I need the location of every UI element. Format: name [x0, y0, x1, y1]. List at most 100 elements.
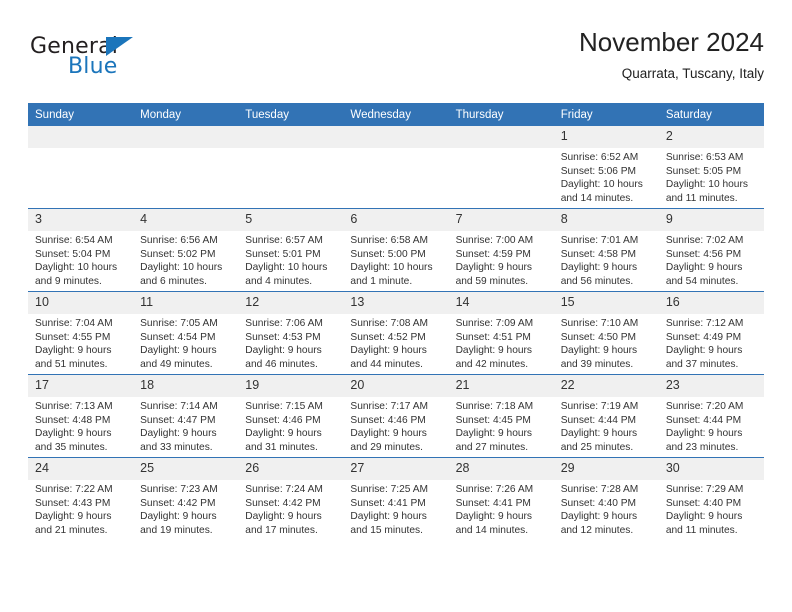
day-cell[interactable]: 4 Sunrise: 6:56 AM Sunset: 5:02 PM Daylight… [133, 208, 239, 292]
day-cell[interactable]: 6 Sunrise: 6:58 AM Sunset: 5:00 PM Daylight… [343, 208, 449, 292]
day-cell[interactable]: 21 Sunrise: 7:18 AM Sunset: 4:45 PM Dayligh… [448, 374, 554, 458]
daylight-duration-line2: and 29 minutes. [350, 441, 423, 453]
daylight-duration-line1: Daylight: 10 hours [35, 262, 118, 274]
day-cell[interactable]: 23 Sunrise: 7:20 AM Sunset: 4:44 PM Dayligh… [658, 374, 764, 458]
sunrise-time: Sunrise: 7:13 AM [35, 401, 113, 412]
day-sun-info: Sunrise: 7:24 AM Sunset: 4:42 PM Daylight:… [238, 480, 343, 537]
day-number: 18 [133, 375, 239, 397]
day-cell-inner: 26 Sunrise: 7:24 AM Sunset: 4:42 PM Dayligh… [238, 458, 344, 540]
sunrise-time: Sunrise: 7:09 AM [455, 318, 534, 329]
daylight-duration-line1: Daylight: 9 hours [35, 345, 112, 357]
day-number: 22 [553, 375, 659, 397]
day-cell-inner: 22 Sunrise: 7:19 AM Sunset: 4:44 PM Dayligh… [553, 375, 659, 457]
sunset-time: Sunset: 5:06 PM [560, 165, 637, 177]
day-cell[interactable]: 22 Sunrise: 7:19 AM Sunset: 4:44 PM Dayligh… [553, 374, 659, 458]
daylight-duration-line2: and 39 minutes. [560, 358, 634, 370]
daylight-duration-line2: and 25 minutes. [560, 441, 634, 453]
day-cell[interactable]: 12 Sunrise: 7:06 AM Sunset: 4:53 PM Dayligh… [238, 291, 344, 375]
day-cell-inner: 19 Sunrise: 7:15 AM Sunset: 4:46 PM Dayligh… [238, 375, 344, 457]
sunset-time: Sunset: 4:59 PM [455, 248, 531, 260]
sunrise-time: Sunrise: 7:05 AM [140, 318, 218, 329]
sunset-time: Sunset: 4:40 PM [560, 497, 637, 509]
day-cell[interactable]: 30 Sunrise: 7:29 AM Sunset: 4:40 PM Dayligh… [658, 457, 764, 540]
day-cell-inner: 14 Sunrise: 7:09 AM Sunset: 4:51 PM Dayligh… [448, 292, 554, 374]
day-sun-info: Sunrise: 7:28 AM Sunset: 4:40 PM Daylight:… [554, 480, 659, 537]
daylight-duration-line2: and 19 minutes. [140, 524, 213, 536]
sunset-time: Sunset: 4:56 PM [665, 248, 742, 260]
sunrise-time: Sunrise: 6:53 AM [665, 152, 744, 163]
day-cell[interactable]: 16 Sunrise: 7:12 AM Sunset: 4:49 PM Dayligh… [658, 291, 764, 375]
daylight-duration-line2: and 35 minutes. [35, 441, 108, 453]
day-cell[interactable]: 26 Sunrise: 7:24 AM Sunset: 4:42 PM Dayligh… [238, 457, 344, 540]
day-number: 23 [658, 375, 764, 397]
sunset-time: Sunset: 4:41 PM [455, 497, 531, 509]
sunrise-time: Sunrise: 7:00 AM [455, 235, 534, 246]
weekday-header-friday: Friday [553, 103, 659, 126]
day-cell-inner: 30 Sunrise: 7:29 AM Sunset: 4:40 PM Dayligh… [658, 458, 764, 540]
day-number: 24 [28, 458, 134, 480]
daylight-duration-line2: and 54 minutes. [665, 275, 739, 287]
day-cell-inner: 18 Sunrise: 7:14 AM Sunset: 4:47 PM Dayligh… [133, 375, 239, 457]
daylight-duration-line1: Daylight: 9 hours [350, 345, 427, 357]
day-cell[interactable]: 11 Sunrise: 7:05 AM Sunset: 4:54 PM Dayligh… [133, 291, 239, 375]
calendar-week-row: 10 Sunrise: 7:04 AM Sunset: 4:55 PM Dayligh… [28, 291, 764, 375]
day-cell[interactable]: 28 Sunrise: 7:26 AM Sunset: 4:41 PM Dayligh… [448, 457, 554, 540]
daylight-duration-line2: and 33 minutes. [140, 441, 213, 453]
day-cell-inner: 1 Sunrise: 6:52 AM Sunset: 5:06 PM Daylight… [553, 126, 659, 208]
daylight-duration-line1: Daylight: 9 hours [245, 511, 322, 523]
daylight-duration-line2: and 17 minutes. [245, 524, 318, 536]
day-cell[interactable]: 2 Sunrise: 6:53 AM Sunset: 5:05 PM Daylight… [658, 126, 764, 209]
day-sun-info [28, 148, 133, 151]
sunset-time: Sunset: 4:47 PM [140, 414, 216, 426]
day-number: 26 [238, 458, 344, 480]
day-cell[interactable]: 7 Sunrise: 7:00 AM Sunset: 4:59 PM Daylight… [448, 208, 554, 292]
day-cell-inner: 16 Sunrise: 7:12 AM Sunset: 4:49 PM Dayligh… [658, 292, 764, 374]
day-cell-empty [28, 126, 134, 209]
page-header: General Blue November 2024 Quarrata, Tus… [28, 26, 764, 98]
daylight-duration-line1: Daylight: 9 hours [245, 428, 322, 440]
sunrise-time: Sunrise: 7:01 AM [560, 235, 639, 246]
day-cell[interactable]: 24 Sunrise: 7:22 AM Sunset: 4:43 PM Dayligh… [28, 457, 134, 540]
day-cell-inner: 17 Sunrise: 7:13 AM Sunset: 4:48 PM Dayligh… [28, 375, 134, 457]
day-cell[interactable]: 5 Sunrise: 6:57 AM Sunset: 5:01 PM Daylight… [238, 208, 344, 292]
day-number: 3 [28, 209, 134, 231]
day-cell[interactable]: 18 Sunrise: 7:14 AM Sunset: 4:47 PM Dayligh… [133, 374, 239, 458]
daylight-duration-line2: and 4 minutes. [245, 275, 313, 287]
sunset-time: Sunset: 4:44 PM [560, 414, 637, 426]
day-sun-info: Sunrise: 7:12 AM Sunset: 4:49 PM Daylight:… [659, 314, 764, 371]
day-number: 16 [658, 292, 764, 314]
day-cell[interactable]: 29 Sunrise: 7:28 AM Sunset: 4:40 PM Dayligh… [553, 457, 659, 540]
day-number: 4 [133, 209, 239, 231]
brand-word-blue: Blue [68, 54, 118, 79]
day-number [343, 126, 449, 148]
day-cell[interactable]: 14 Sunrise: 7:09 AM Sunset: 4:51 PM Dayligh… [448, 291, 554, 375]
day-cell[interactable]: 13 Sunrise: 7:08 AM Sunset: 4:52 PM Dayligh… [343, 291, 449, 375]
day-cell[interactable]: 27 Sunrise: 7:25 AM Sunset: 4:41 PM Dayligh… [343, 457, 449, 540]
day-cell[interactable]: 3 Sunrise: 6:54 AM Sunset: 5:04 PM Daylight… [28, 208, 134, 292]
daylight-duration-line1: Daylight: 9 hours [455, 428, 533, 440]
day-cell[interactable]: 10 Sunrise: 7:04 AM Sunset: 4:55 PM Dayligh… [28, 291, 134, 375]
daylight-duration-line1: Daylight: 9 hours [665, 511, 743, 523]
daylight-duration-line2: and 37 minutes. [665, 358, 739, 370]
general-blue-logo[interactable]: General Blue [28, 34, 228, 92]
sunrise-time: Sunrise: 6:52 AM [560, 152, 639, 163]
day-cell-inner: 2 Sunrise: 6:53 AM Sunset: 5:05 PM Daylight… [658, 126, 764, 208]
sunrise-time: Sunrise: 6:58 AM [350, 235, 429, 246]
day-cell[interactable]: 15 Sunrise: 7:10 AM Sunset: 4:50 PM Dayligh… [553, 291, 659, 375]
daylight-duration-line1: Daylight: 9 hours [140, 511, 217, 523]
sunrise-time: Sunrise: 7:04 AM [35, 318, 113, 329]
day-sun-info: Sunrise: 6:56 AM Sunset: 5:02 PM Daylight:… [133, 231, 238, 288]
day-cell[interactable]: 1 Sunrise: 6:52 AM Sunset: 5:06 PM Daylight… [553, 126, 659, 209]
sunset-time: Sunset: 5:01 PM [245, 248, 321, 260]
day-cell[interactable]: 9 Sunrise: 7:02 AM Sunset: 4:56 PM Daylight… [658, 208, 764, 292]
day-cell[interactable]: 17 Sunrise: 7:13 AM Sunset: 4:48 PM Dayligh… [28, 374, 134, 458]
weekday-header-tuesday: Tuesday [238, 103, 344, 126]
day-cell[interactable]: 8 Sunrise: 7:01 AM Sunset: 4:58 PM Daylight… [553, 208, 659, 292]
day-cell-empty [133, 126, 239, 209]
day-cell[interactable]: 20 Sunrise: 7:17 AM Sunset: 4:46 PM Dayligh… [343, 374, 449, 458]
daylight-duration-line1: Daylight: 10 hours [140, 262, 223, 274]
day-cell[interactable]: 25 Sunrise: 7:23 AM Sunset: 4:42 PM Dayligh… [133, 457, 239, 540]
day-cell[interactable]: 19 Sunrise: 7:15 AM Sunset: 4:46 PM Dayligh… [238, 374, 344, 458]
daylight-duration-line2: and 44 minutes. [350, 358, 423, 370]
day-cell-empty [448, 126, 554, 209]
